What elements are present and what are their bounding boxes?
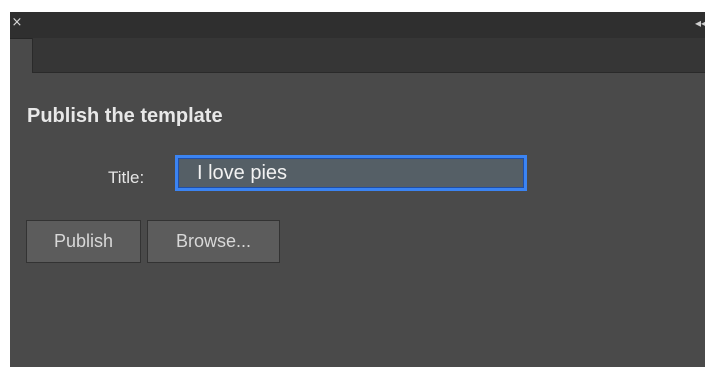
panel-tab-strip xyxy=(32,38,705,73)
page-title: Publish the template xyxy=(27,105,223,127)
publish-panel: × ◂◂ Publish the template Title: Publish… xyxy=(10,12,705,367)
panel-titlebar: × ◂◂ xyxy=(10,12,705,39)
publish-button[interactable]: Publish xyxy=(26,220,141,263)
title-input[interactable] xyxy=(175,155,527,191)
browse-button[interactable]: Browse... xyxy=(147,220,280,263)
close-icon[interactable]: × xyxy=(10,15,24,31)
title-label: Title: xyxy=(108,168,145,187)
collapse-icon[interactable]: ◂◂ xyxy=(695,15,705,31)
